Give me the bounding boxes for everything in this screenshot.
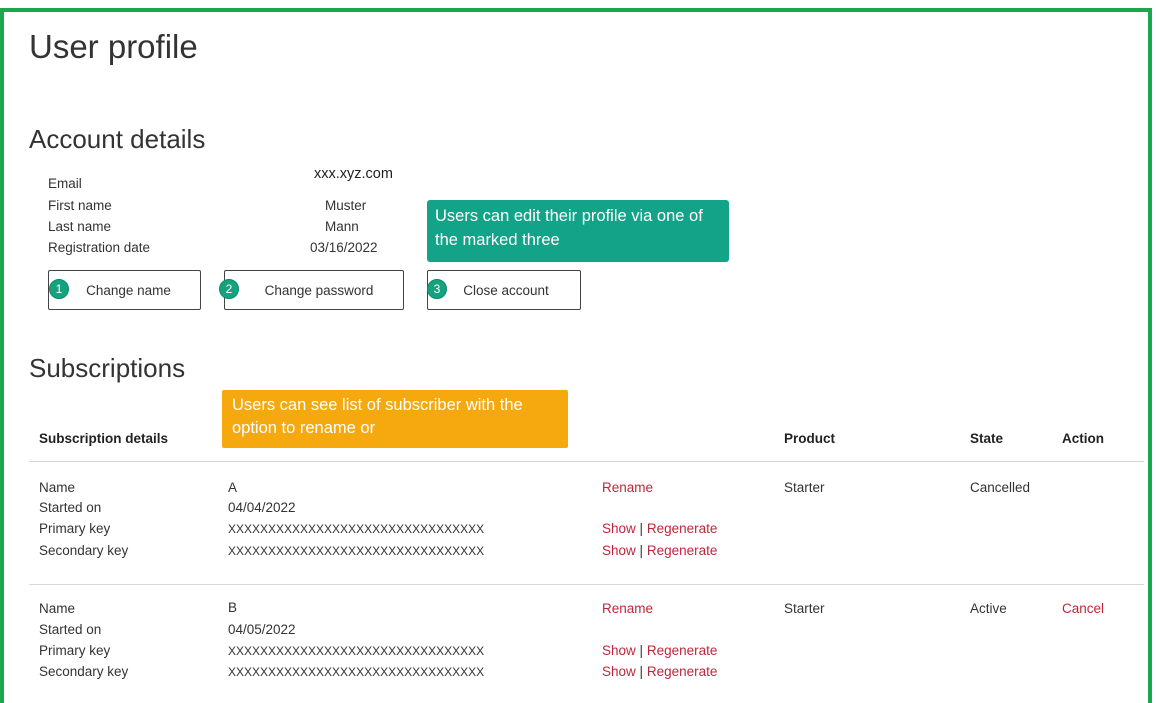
last-name-value: Mann [325,219,359,234]
show-secondary-key-link[interactable]: Show [602,664,636,679]
row-label-started-on: Started on [39,622,102,637]
col-product: Product [784,431,836,446]
row-divider [29,584,1144,585]
registration-date-label: Registration date [48,240,151,255]
rename-link[interactable]: Rename [602,601,653,616]
header-divider [29,461,1144,462]
badge-2: 2 [219,279,239,299]
show-primary-key-link[interactable]: Show [602,643,636,658]
change-password-label: Change password [264,282,374,298]
link-separator: | [639,664,644,679]
rename-link[interactable]: Rename [602,480,653,495]
row-label-secondary-key: Secondary key [39,543,129,558]
cancel-subscription-link[interactable]: Cancel [1062,601,1104,616]
row-label-name: Name [39,480,76,495]
link-separator: | [639,521,644,536]
product-value: Starter [784,480,825,495]
link-separator: | [639,643,644,658]
primary-key-value: XXXXXXXXXXXXXXXXXXXXXXXXXXXXXXXX [228,644,485,658]
started-on-value: 04/05/2022 [228,622,296,637]
account-details-heading: Account details [29,124,206,154]
edit-profile-callout: Users can edit their profile via one of … [427,200,729,262]
row-label-primary-key: Primary key [39,643,111,658]
first-name-label: First name [48,198,112,213]
close-account-label: Close account [463,282,549,298]
close-account-button[interactable]: Close account [427,270,581,310]
subscriptions-heading: Subscriptions [29,353,186,383]
secondary-key-value: XXXXXXXXXXXXXXXXXXXXXXXXXXXXXXXX [228,544,485,558]
state-value: Cancelled [970,480,1031,495]
badge-1: 1 [49,279,69,299]
row-label-name: Name [39,601,76,616]
subscription-name: A [228,480,238,495]
regenerate-primary-key-link[interactable]: Regenerate [647,643,718,658]
started-on-value: 04/04/2022 [228,500,296,515]
change-name-button[interactable]: Change name [48,270,201,310]
last-name-label: Last name [48,219,112,234]
row-label-secondary-key: Secondary key [39,664,129,679]
change-password-button[interactable]: Change password [224,270,404,310]
row-label-primary-key: Primary key [39,521,111,536]
secondary-key-value: XXXXXXXXXXXXXXXXXXXXXXXXXXXXXXXX [228,665,485,679]
page-title: User profile [29,28,198,65]
link-separator: | [639,543,644,558]
change-name-label: Change name [86,282,171,298]
registration-date-value: 03/16/2022 [310,240,378,255]
regenerate-secondary-key-link[interactable]: Regenerate [647,543,718,558]
show-secondary-key-link[interactable]: Show [602,543,636,558]
regenerate-secondary-key-link[interactable]: Regenerate [647,664,718,679]
email-value: xxx.xyz.com [314,166,393,182]
regenerate-primary-key-link[interactable]: Regenerate [647,521,718,536]
col-subscription-details: Subscription details [39,431,169,446]
email-label: Email [48,176,82,191]
badge-3: 3 [427,279,447,299]
product-value: Starter [784,601,825,616]
state-value: Active [970,601,1007,616]
primary-key-value: XXXXXXXXXXXXXXXXXXXXXXXXXXXXXXXX [228,522,485,536]
first-name-value: Muster [325,198,367,213]
show-primary-key-link[interactable]: Show [602,521,636,536]
col-state: State [970,431,1004,446]
subscriber-list-callout: Users can see list of subscriber with th… [222,390,568,448]
subscription-name: B [228,600,238,615]
col-action: Action [1062,431,1104,446]
row-label-started-on: Started on [39,500,102,515]
